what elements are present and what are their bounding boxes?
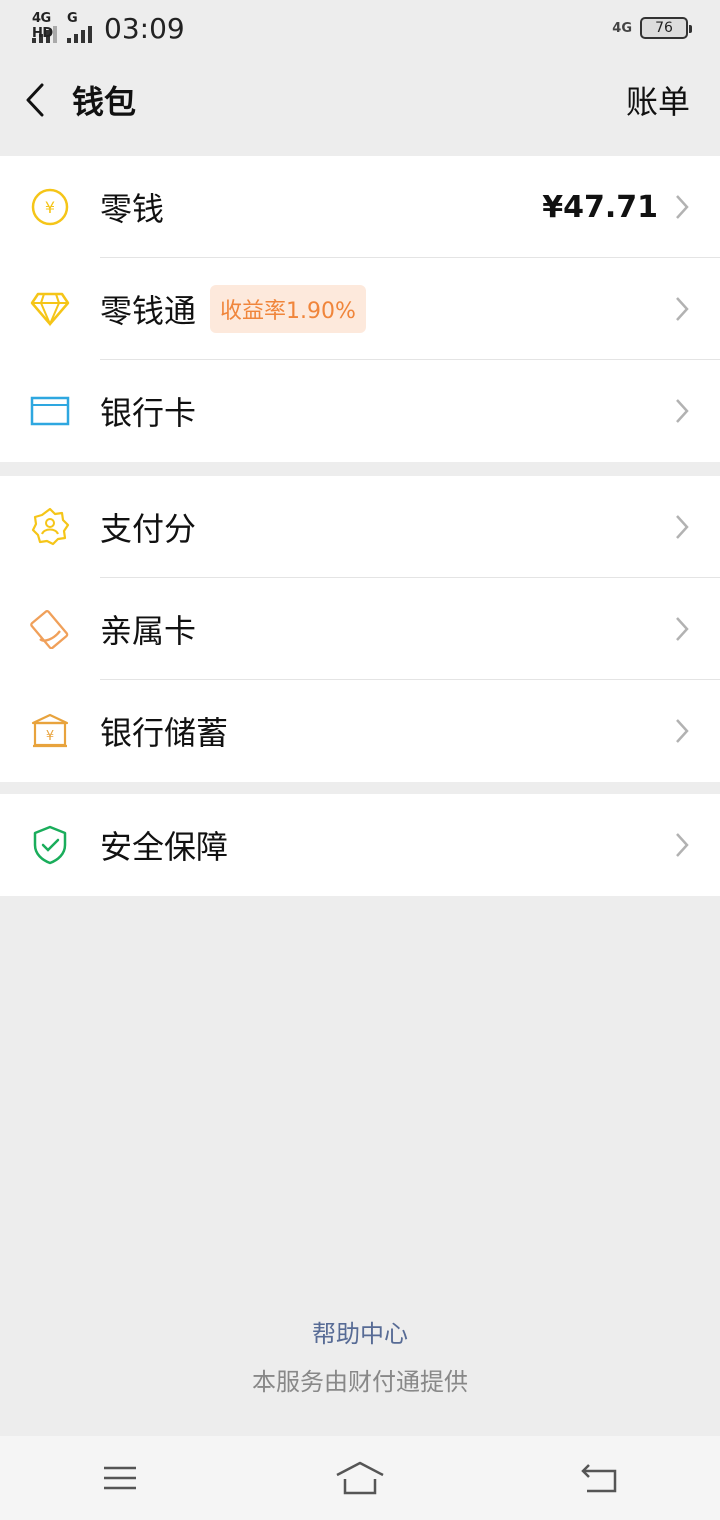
bank-savings-icon: ¥ (0, 680, 100, 782)
yield-badge: 收益率1.90% (210, 285, 366, 333)
row-change[interactable]: ¥ 零钱 ¥47.71 (0, 156, 720, 258)
chevron-right-icon (676, 399, 689, 423)
bill-button[interactable]: 账单 (626, 77, 690, 123)
page-title: 钱包 (72, 83, 137, 121)
battery-level: 76 (655, 20, 673, 36)
card-icon (0, 360, 100, 462)
home-icon (336, 1461, 384, 1495)
row-security[interactable]: 安全保障 (0, 794, 720, 896)
svg-text:¥: ¥ (45, 198, 55, 217)
chevron-right-icon (676, 195, 689, 219)
row-lingqiantong[interactable]: 零钱通 收益率1.90% (0, 258, 720, 360)
change-balance: ¥47.71 (542, 189, 658, 225)
return-icon (581, 1464, 617, 1493)
row-bank-card[interactable]: 银行卡 (0, 360, 720, 462)
row-label: 亲属卡 (100, 612, 197, 650)
chevron-right-icon (676, 515, 689, 539)
row-label: 支付分 (100, 510, 197, 548)
wallet-group-1: ¥ 零钱 ¥47.71 零钱通 收益率1.90% 银行卡 (0, 156, 720, 462)
row-pay-score[interactable]: 支付分 (0, 476, 720, 578)
back-button[interactable] (0, 56, 70, 144)
chevron-right-icon (676, 297, 689, 321)
back-system-button[interactable] (560, 1448, 640, 1508)
network-type-2: G (67, 11, 78, 26)
diamond-icon (0, 258, 100, 360)
status-bar: 4G HD G 03:09 4G 76 (0, 0, 720, 56)
row-label: 银行卡 (100, 394, 197, 432)
row-family-card[interactable]: 亲属卡 (0, 578, 720, 680)
menu-icon (104, 1466, 136, 1490)
row-label: 银行储蓄 (100, 714, 229, 752)
row-label: 零钱 (100, 190, 165, 228)
svg-text:¥: ¥ (46, 729, 54, 744)
coin-icon: ¥ (0, 156, 100, 258)
clock: 03:09 (104, 11, 185, 45)
back-arrow-icon (26, 83, 44, 117)
payscore-icon (0, 476, 100, 578)
network-type-1: 4G HD (32, 11, 53, 41)
signal-strength-2: G (67, 11, 92, 43)
chevron-right-icon (676, 617, 689, 641)
header-bar: 钱包 账单 (0, 56, 720, 144)
chevron-right-icon (676, 719, 689, 743)
home-button[interactable] (320, 1448, 400, 1508)
wallet-group-3: 安全保障 (0, 794, 720, 896)
help-center-link[interactable]: 帮助中心 (0, 1314, 720, 1349)
wallet-group-2: 支付分 亲属卡 ¥ 银行储蓄 (0, 476, 720, 782)
network-type-right: 4G (612, 20, 632, 36)
system-nav-bar (0, 1436, 720, 1520)
battery-indicator: 76 (640, 17, 692, 39)
signal-strength-1: 4G HD (32, 11, 57, 43)
family-card-icon (0, 578, 100, 680)
chevron-right-icon (676, 833, 689, 857)
shield-icon (0, 794, 100, 896)
provider-text: 本服务由财付通提供 (252, 1368, 468, 1396)
menu-button[interactable] (80, 1448, 160, 1508)
row-label: 安全保障 (100, 828, 229, 866)
row-label: 零钱通 (100, 292, 197, 330)
row-bank-savings[interactable]: ¥ 银行储蓄 (0, 680, 720, 782)
